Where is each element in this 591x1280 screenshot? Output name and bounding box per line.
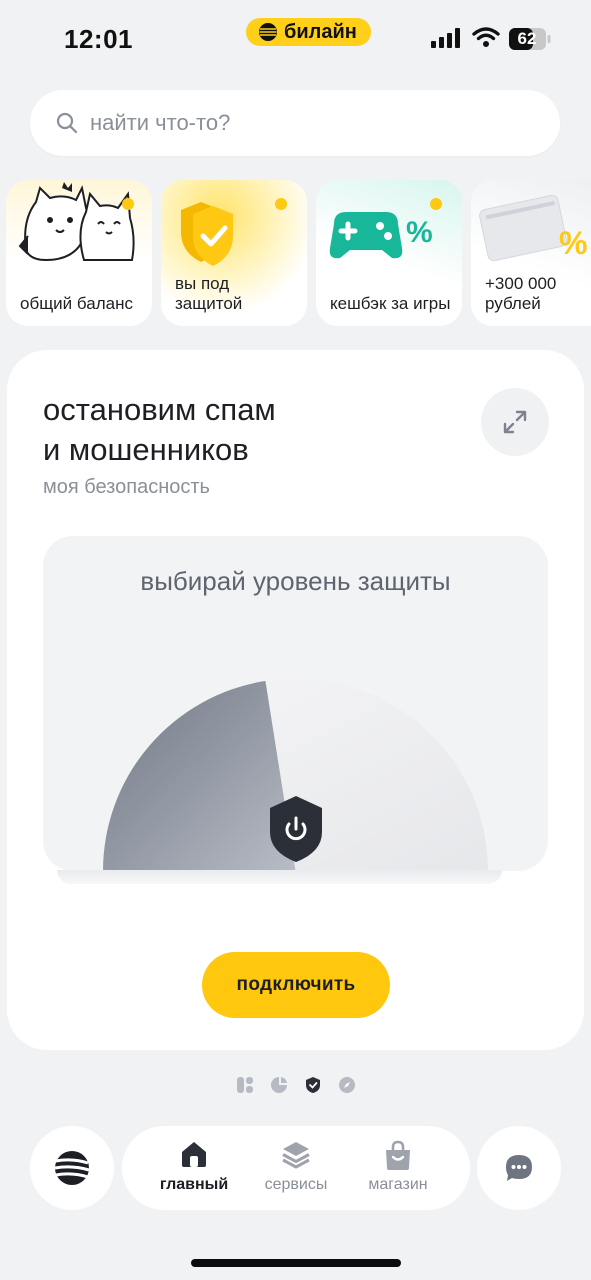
beeline-logo-icon (259, 23, 277, 41)
nav-item-home[interactable]: главный (144, 1126, 244, 1210)
svg-text:%: % (406, 216, 433, 249)
battery-icon: 62 (509, 28, 551, 55)
search-bar[interactable] (30, 90, 560, 156)
security-card: остановим спам и мошенников моя безопасн… (7, 350, 584, 1050)
pager-dashboard-icon[interactable] (236, 1076, 254, 1099)
story-label: кешбэк за игры (330, 294, 451, 313)
nav-label-shop: магазин (368, 1176, 428, 1193)
card-title: остановим спам и мошенников (43, 390, 423, 470)
home-icon (182, 1142, 206, 1167)
story-label: +300 000 рублей (485, 274, 557, 313)
battery-level: 62 (517, 29, 537, 48)
cats-illustration-icon (18, 182, 135, 262)
unread-dot-icon (430, 198, 442, 210)
nav-item-shop[interactable]: магазин (348, 1126, 448, 1210)
nav-label-home: главный (159, 1176, 229, 1193)
search-input[interactable] (90, 90, 530, 156)
dial-base (57, 870, 502, 884)
bottom-navigation: главный сервисы магазин (122, 1126, 470, 1210)
card-title-line-2: и мошенников (43, 432, 249, 467)
signal-icon (431, 28, 460, 48)
card-title-line-1: остановим спам (43, 392, 276, 427)
home-indicator (191, 1259, 401, 1267)
nav-label-services: сервисы (264, 1176, 328, 1193)
story-card-balance[interactable]: общий баланс (6, 180, 152, 326)
shield-check-icon (181, 202, 233, 266)
story-label: вы под защитой (175, 274, 243, 313)
carrier-name: билайн (284, 20, 357, 43)
pager-shield-icon[interactable] (304, 1076, 322, 1099)
chat-bubble-icon (506, 1155, 532, 1181)
status-bar: 12:01 билайн 62 (0, 0, 591, 78)
story-card-rubles[interactable]: % +300 000 рублей (471, 180, 591, 326)
stories-carousel[interactable]: общий баланс вы под защитой % кешбэк за … (0, 180, 591, 326)
pager-compass-icon[interactable] (338, 1076, 356, 1099)
connect-button[interactable]: подключить (202, 952, 390, 1018)
wifi-icon (472, 27, 500, 47)
search-icon (56, 112, 78, 134)
story-card-cashback[interactable]: % кешбэк за игры (316, 180, 462, 326)
expand-button[interactable] (481, 388, 549, 456)
expand-arrows-icon (503, 410, 527, 434)
svg-text:%: % (559, 225, 587, 261)
beeline-logo-icon (54, 1151, 90, 1185)
nav-item-services[interactable]: сервисы (246, 1126, 346, 1210)
story-card-protection[interactable]: вы под защитой (161, 180, 307, 326)
card-subtitle: моя безопасность (43, 476, 210, 498)
page-indicator (236, 1076, 356, 1098)
beeline-assistant-button[interactable] (30, 1126, 114, 1210)
power-shield-icon[interactable] (267, 794, 325, 864)
carrier-badge: билайн (246, 18, 371, 46)
protection-level-panel: выбирай уровень защиты (43, 536, 548, 871)
unread-dot-icon (275, 198, 287, 210)
status-time: 12:01 (64, 24, 133, 54)
pager-pie-chart-icon[interactable] (270, 1076, 288, 1099)
shopping-bag-icon (386, 1140, 410, 1170)
story-label: общий баланс (20, 294, 133, 313)
gamepad-percent-icon: % (329, 212, 433, 259)
credit-card-percent-icon: % (479, 194, 587, 262)
chat-button[interactable] (477, 1126, 561, 1210)
layers-icon (282, 1142, 310, 1169)
unread-dot-icon (122, 198, 134, 210)
